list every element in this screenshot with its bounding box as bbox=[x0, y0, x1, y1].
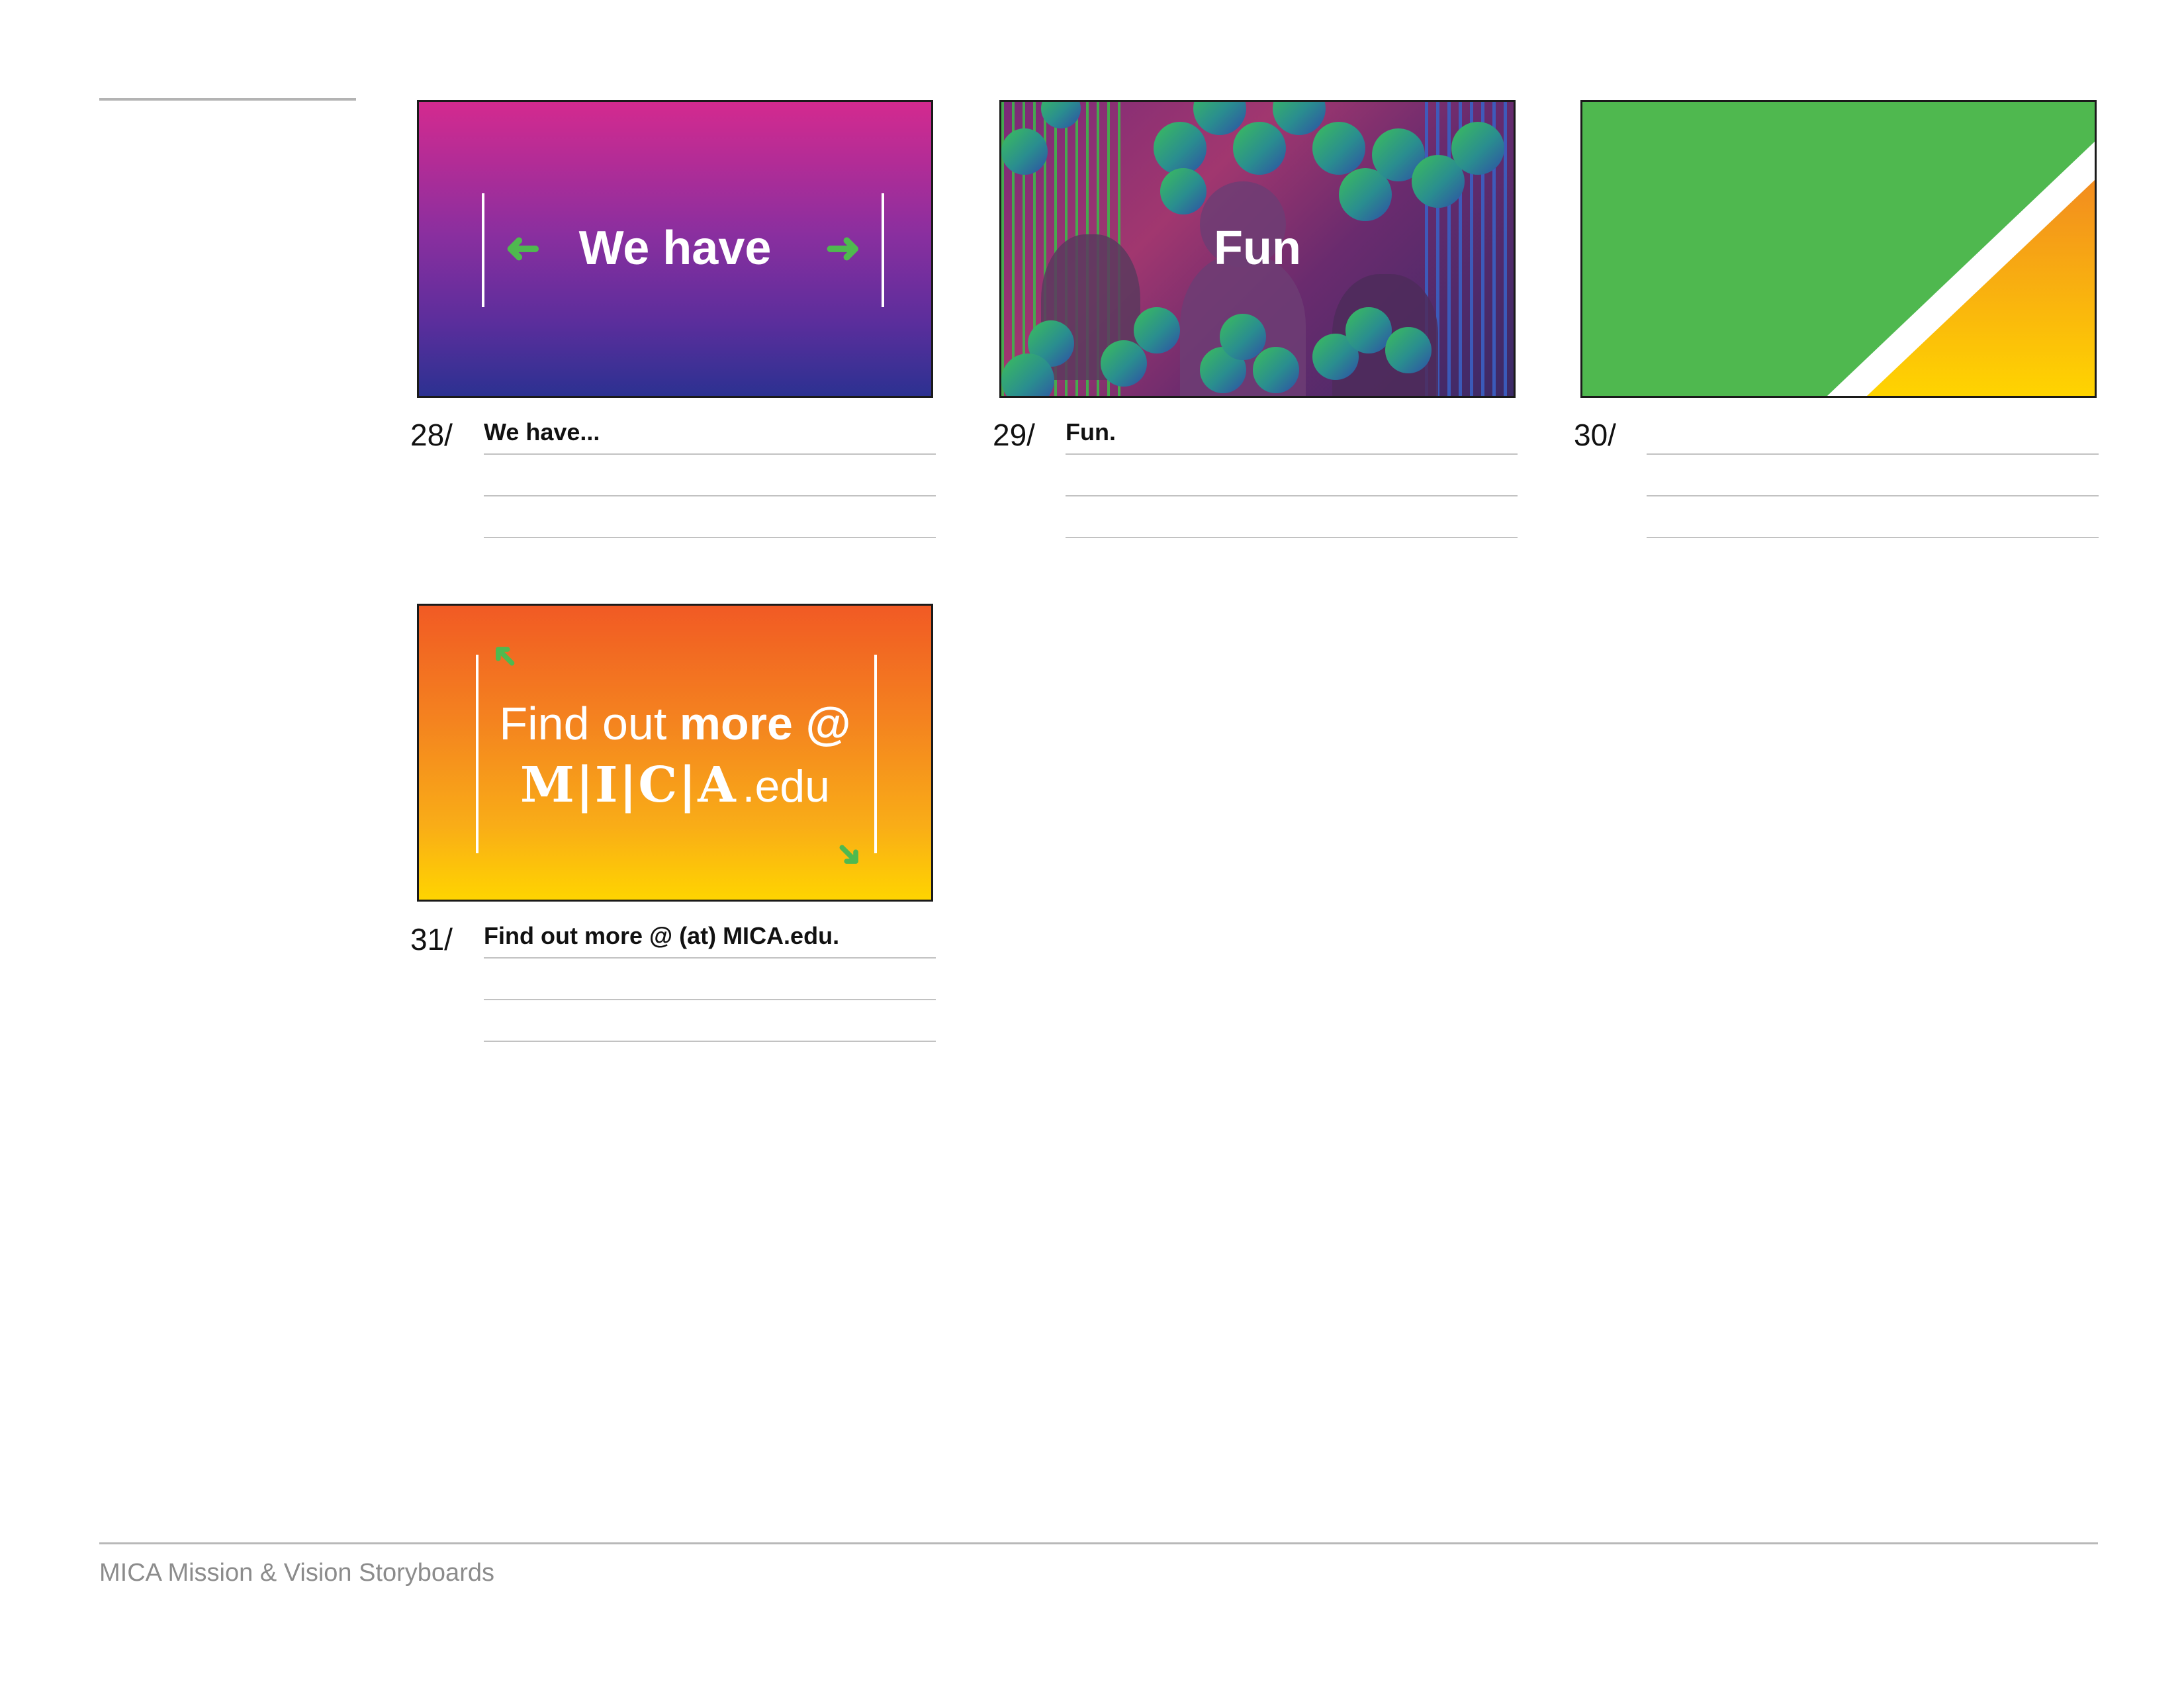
frame-31-slide-line1: Find out more @ bbox=[419, 697, 931, 750]
logo-separator: | bbox=[575, 757, 595, 814]
arrow-down-right-icon: ➜ bbox=[827, 831, 873, 877]
note-line bbox=[484, 453, 936, 455]
frame-29-caption: Fun. bbox=[1066, 418, 1116, 445]
blob-shape bbox=[1134, 307, 1180, 353]
blob-shape bbox=[1154, 122, 1206, 175]
logo-separator: | bbox=[619, 757, 639, 814]
frame-28-caption: We have... bbox=[484, 418, 600, 445]
blob-shape bbox=[1233, 122, 1286, 175]
header-rule bbox=[99, 98, 356, 101]
note-line bbox=[1066, 495, 1518, 496]
note-line bbox=[484, 1041, 936, 1042]
footer-rule bbox=[99, 1542, 2098, 1544]
logo-letter: C bbox=[638, 757, 679, 814]
logo-separator: | bbox=[678, 757, 698, 814]
frame-31-caption: Find out more @ (at) MICA.edu. bbox=[484, 922, 840, 949]
blob-shape bbox=[1273, 102, 1326, 135]
frame-30-thumbnail bbox=[1580, 100, 2097, 398]
blob-shape bbox=[1193, 102, 1246, 135]
blob-shape bbox=[1312, 122, 1365, 175]
note-line bbox=[1647, 537, 2099, 538]
blob-shape bbox=[1451, 122, 1504, 175]
frame-29-number: 29/ bbox=[993, 418, 1035, 452]
note-line bbox=[1647, 453, 2099, 455]
frame-28-number: 28/ bbox=[410, 418, 453, 452]
note-line bbox=[1066, 537, 1518, 538]
blob-shape bbox=[1160, 168, 1206, 214]
right-bracket-bar bbox=[874, 655, 877, 853]
arrow-down-left-icon: ➜ bbox=[481, 633, 527, 680]
slide-line1-bold: more @ bbox=[679, 698, 851, 749]
diagonal-wipe-graphic bbox=[1827, 142, 2095, 396]
logo-letter: A bbox=[698, 757, 737, 814]
blob-shape bbox=[1253, 347, 1299, 393]
note-line bbox=[1066, 453, 1518, 455]
frame-28-slide-text: We have bbox=[578, 222, 772, 275]
frame-31-number: 31/ bbox=[410, 922, 453, 957]
note-line bbox=[484, 999, 936, 1000]
logo-letter: I bbox=[594, 757, 619, 814]
frame-29-slide-text: Fun bbox=[1214, 222, 1301, 275]
note-line bbox=[484, 537, 936, 538]
frame-31-thumbnail: ➜ ➜ Find out more @ M|I|C|A .edu bbox=[417, 604, 933, 902]
blob-shape bbox=[1385, 327, 1432, 373]
footer-title: MICA Mission & Vision Storyboards bbox=[99, 1559, 494, 1587]
logo-letter: M bbox=[520, 757, 576, 814]
logo-suffix: .edu bbox=[742, 761, 830, 812]
blob-shape bbox=[1101, 340, 1147, 387]
slide-line1-regular: Find out bbox=[499, 698, 680, 749]
note-line bbox=[1647, 495, 2099, 496]
mica-logo: M|I|C|A .edu bbox=[419, 757, 931, 814]
left-bracket-bar bbox=[476, 655, 478, 853]
blob-shape bbox=[1001, 128, 1048, 175]
frame-28-thumbnail: ➜ ➜ We have bbox=[417, 100, 933, 398]
frame-29-thumbnail: Fun bbox=[999, 100, 1516, 398]
note-line bbox=[484, 495, 936, 496]
note-line bbox=[484, 957, 936, 959]
frame-30-number: 30/ bbox=[1574, 418, 1616, 452]
